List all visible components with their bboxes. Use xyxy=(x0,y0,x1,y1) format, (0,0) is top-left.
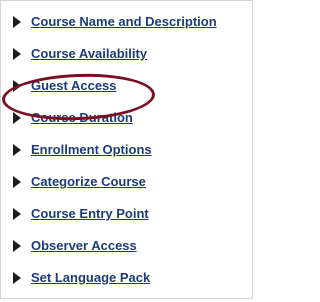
triangle-right-icon xyxy=(13,112,21,124)
menu-item-guest-access: Guest Access xyxy=(0,78,253,110)
triangle-right-icon xyxy=(13,240,21,252)
triangle-right-icon xyxy=(13,48,21,60)
course-duration-link[interactable]: Course Duration xyxy=(31,110,133,125)
course-availability-link[interactable]: Course Availability xyxy=(31,46,147,61)
menu-item-course-duration: Course Duration xyxy=(0,110,253,142)
triangle-right-icon xyxy=(13,208,21,220)
observer-access-link[interactable]: Observer Access xyxy=(31,238,137,253)
categorize-course-link[interactable]: Categorize Course xyxy=(31,174,146,189)
triangle-right-icon xyxy=(13,176,21,188)
course-properties-menu: Course Name and Description Course Avail… xyxy=(0,14,253,302)
triangle-right-icon xyxy=(13,144,21,156)
triangle-right-icon xyxy=(13,272,21,284)
menu-item-observer-access: Observer Access xyxy=(0,238,253,270)
guest-access-link[interactable]: Guest Access xyxy=(31,78,117,93)
course-name-and-description-link[interactable]: Course Name and Description xyxy=(31,14,217,29)
menu-item-categorize-course: Categorize Course xyxy=(0,174,253,206)
menu-item-set-language-pack: Set Language Pack xyxy=(0,270,253,302)
menu-item-enrollment-options: Enrollment Options xyxy=(0,142,253,174)
triangle-right-icon xyxy=(13,16,21,28)
menu-item-course-availability: Course Availability xyxy=(0,46,253,78)
menu-item-course-name-and-description: Course Name and Description xyxy=(0,14,253,46)
set-language-pack-link[interactable]: Set Language Pack xyxy=(31,270,150,285)
course-entry-point-link[interactable]: Course Entry Point xyxy=(31,206,149,221)
enrollment-options-link[interactable]: Enrollment Options xyxy=(31,142,152,157)
menu-item-course-entry-point: Course Entry Point xyxy=(0,206,253,238)
triangle-right-icon xyxy=(13,80,21,92)
